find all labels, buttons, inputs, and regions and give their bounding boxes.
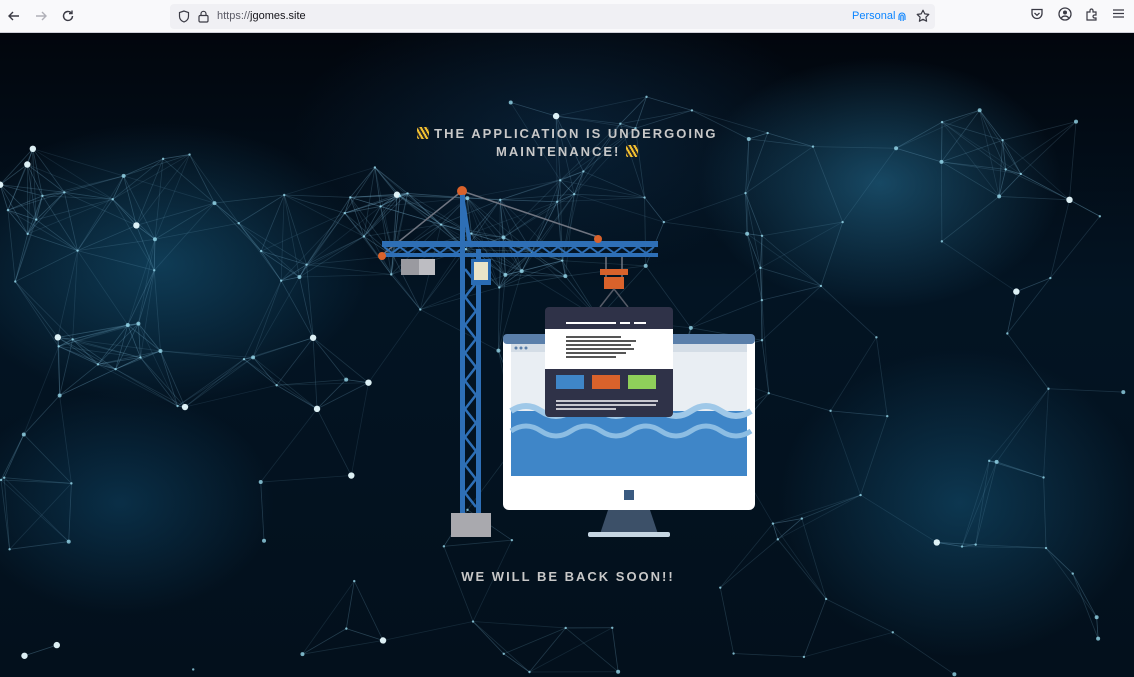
back-soon-message: WE WILL BE BACK SOON!! [461,569,675,584]
reload-button[interactable] [58,6,78,26]
pocket-icon[interactable] [1030,7,1044,21]
container-label[interactable]: Personal [852,10,895,22]
menu-icon[interactable] [1112,7,1125,20]
crane-base [451,513,491,537]
forward-arrow-icon [36,11,47,21]
lock-icon[interactable] [198,10,209,23]
crane-top-pulley [457,186,467,196]
star-icon[interactable] [916,9,930,23]
url-text[interactable]: https://jgomes.site [217,10,306,22]
forward-button[interactable] [31,6,51,26]
maintenance-headline: THE APPLICATION IS UNDERGOING MAINTENANC… [387,125,747,161]
headline-line1: THE APPLICATION IS UNDERGOING [434,126,718,141]
crane-hook [599,257,629,308]
back-arrow-icon [8,11,19,21]
counterweight-light [419,259,435,275]
crane-cable-right [461,190,599,238]
construction-sign-emoji-left [416,127,429,139]
address-bar[interactable]: https://jgomes.site Personal [170,4,935,29]
construction-sign-emoji-right [626,145,638,157]
shield-icon[interactable] [178,10,190,23]
crane-cabin-window [474,262,488,280]
reload-icon [62,10,74,22]
browser-toolbar: https://jgomes.site Personal [0,0,1134,33]
url-scheme: https:// [217,10,251,22]
counterweight-dark [401,259,419,275]
back-button[interactable] [4,6,24,26]
account-icon[interactable] [1058,7,1072,21]
url-host: jgomes.site [250,10,306,22]
hanging-panel [545,307,673,417]
headline-line2: MAINTENANCE! [495,144,621,159]
extensions-icon[interactable] [1085,7,1099,21]
maintenance-illustration [378,186,755,537]
fingerprint-icon[interactable] [897,10,907,23]
maintenance-page: THE APPLICATION IS UNDERGOING MAINTENANC… [0,33,1134,677]
crane-jib [378,235,658,260]
